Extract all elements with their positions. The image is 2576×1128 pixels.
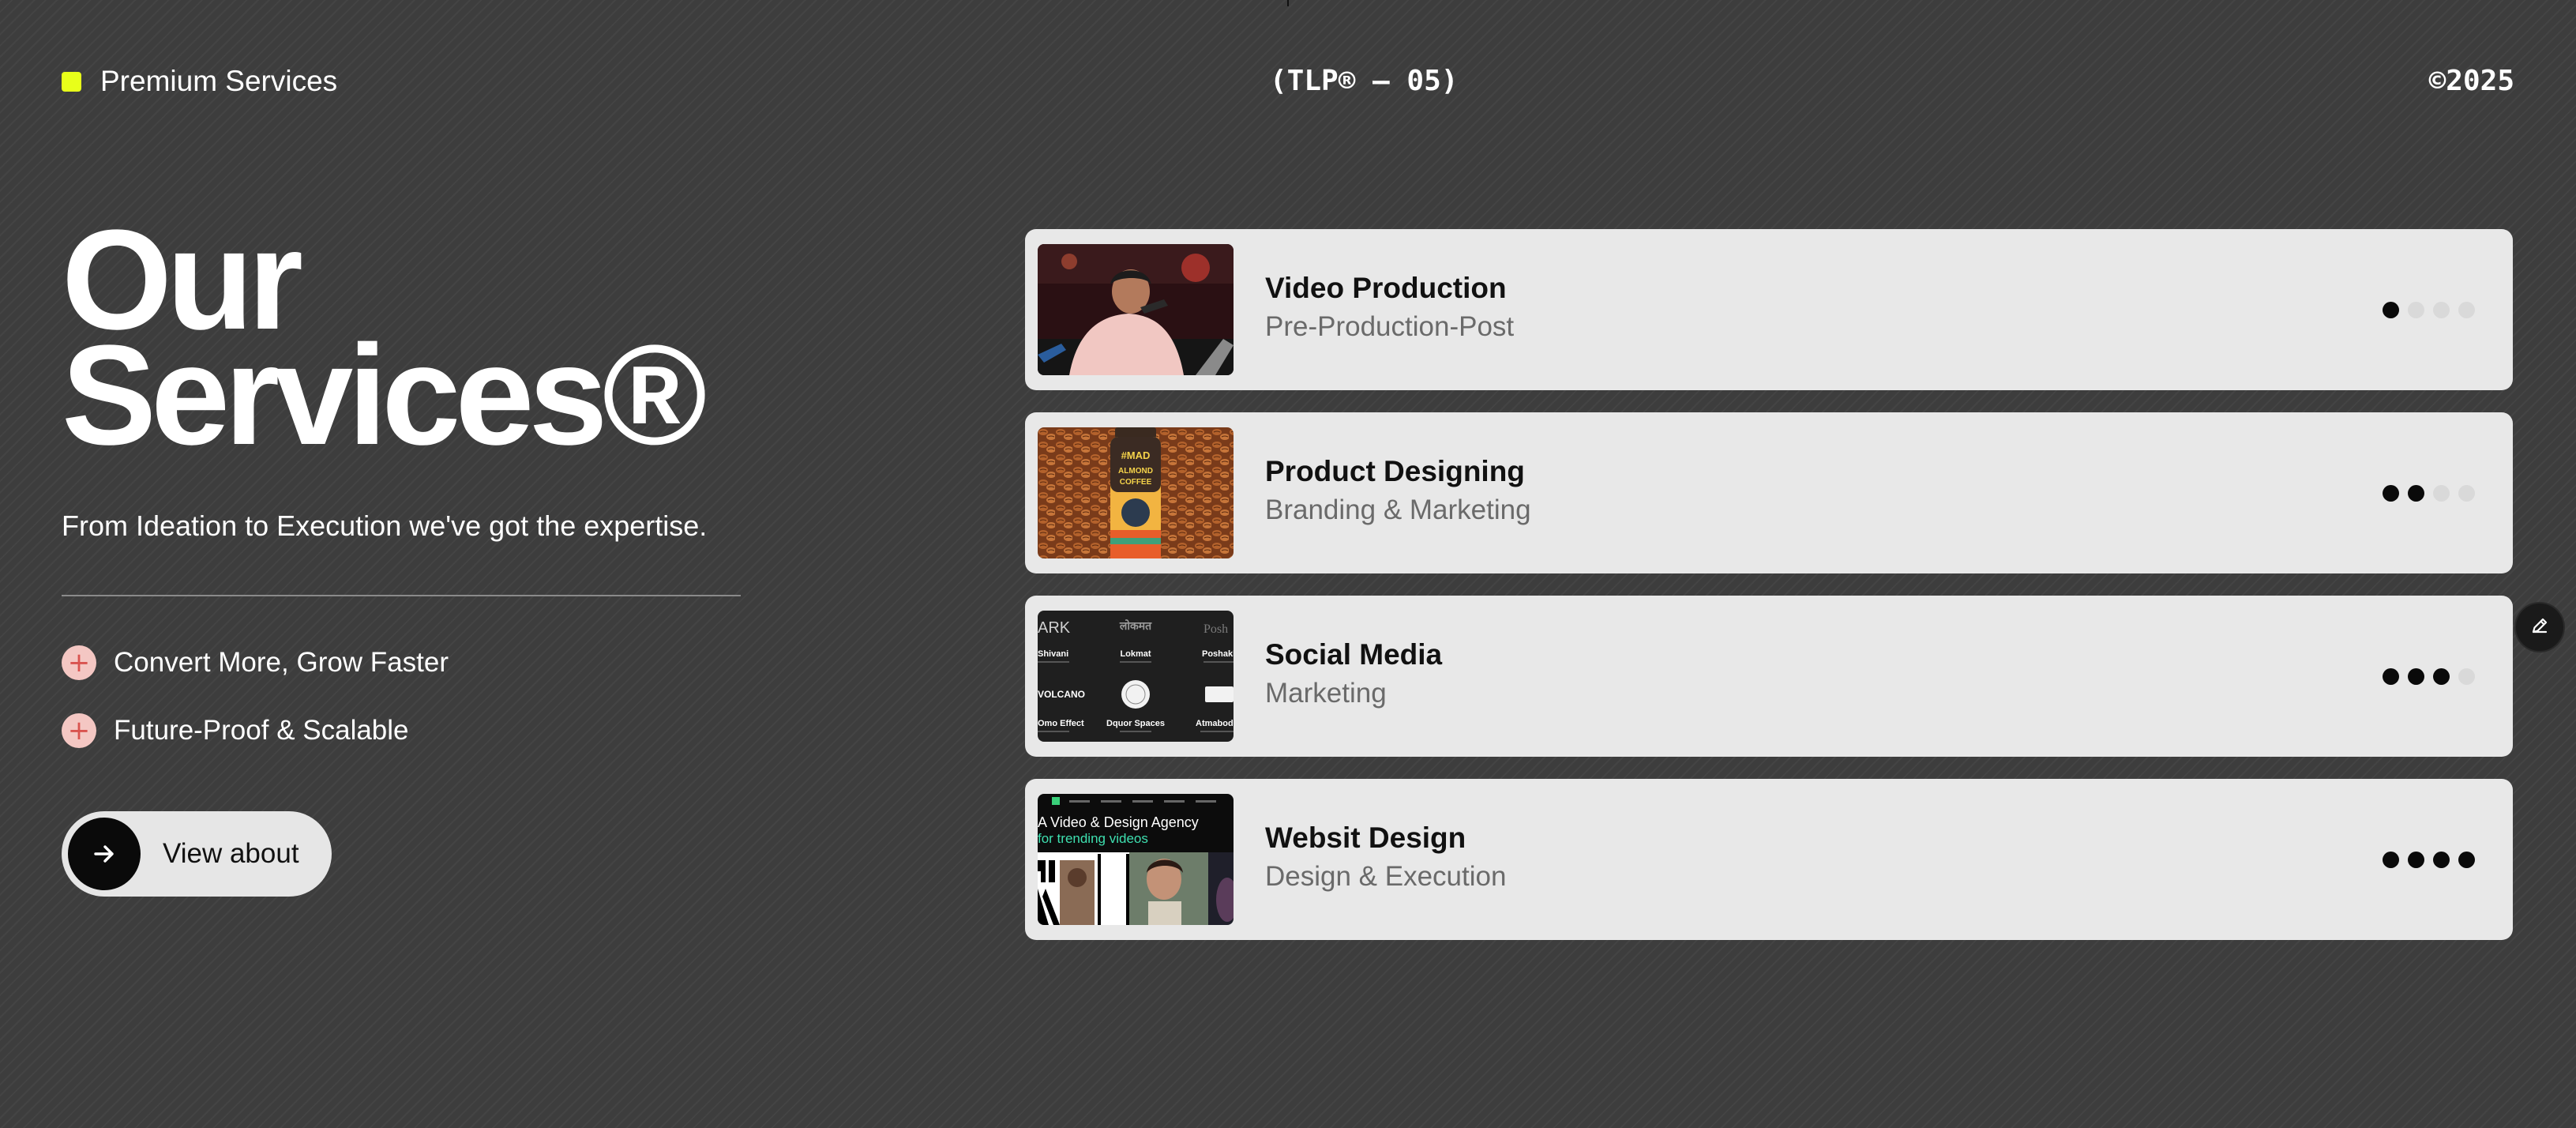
feature-item: + Future-Proof & Scalable: [62, 713, 409, 749]
client-name: Shivani: [1038, 649, 1068, 659]
service-subtitle: Marketing: [1265, 678, 1387, 709]
arrow-right-icon: [68, 818, 141, 890]
service-subtitle: Branding & Marketing: [1265, 494, 1531, 525]
website-headline: A Video & Design Agency: [1038, 814, 1199, 830]
page-title: Our Services®: [62, 209, 772, 475]
service-subtitle: Design & Execution: [1265, 861, 1507, 892]
coffee-brand-text: #MAD: [1121, 449, 1151, 461]
hero-subtitle: From Ideation to Execution we've got the…: [62, 509, 708, 542]
service-title: Websit Design: [1265, 822, 1466, 854]
website-tagline: for trending videos: [1038, 831, 1148, 846]
level-indicator: [2374, 302, 2475, 318]
level-dot-empty: [2458, 668, 2475, 685]
coffee-bottle-thumbnail: #MAD ALMOND COFFEE: [1038, 427, 1234, 558]
plus-icon: +: [62, 713, 96, 748]
logo-text: VOLCANO: [1038, 689, 1085, 700]
edit-button[interactable]: [2516, 603, 2563, 651]
service-card-video-production[interactable]: Video Production Pre-Production-Post: [1025, 229, 2513, 390]
view-about-button[interactable]: View about: [62, 811, 332, 897]
top-bar: Premium Services (TLP® — 05) ©2025: [62, 62, 2514, 101]
service-subtitle: Pre-Production-Post: [1265, 311, 1515, 342]
level-dot-filled: [2408, 668, 2424, 685]
page-title-line-2: Services®: [62, 316, 707, 475]
brand: Premium Services: [62, 62, 337, 101]
level-dot-filled: [2383, 852, 2399, 868]
logo-text: Posh: [1204, 622, 1228, 636]
service-title: Video Production: [1265, 272, 1507, 304]
client-name: Omo Effect: [1038, 719, 1084, 728]
service-card-social-media[interactable]: ARK लोकमत Posh Shivani Lokmat Poshakh VO…: [1025, 596, 2513, 757]
coffee-flavor-text: ALMOND: [1118, 467, 1153, 476]
level-dot-empty: [2458, 302, 2475, 318]
feature-label: Convert More, Grow Faster: [114, 647, 449, 678]
plus-icon: +: [62, 645, 96, 680]
level-indicator: [2374, 485, 2475, 502]
level-dot-filled: [2433, 668, 2450, 685]
feature-item: + Convert More, Grow Faster: [62, 645, 449, 681]
level-dot-filled: [2383, 668, 2399, 685]
logo-text: ARK: [1038, 619, 1071, 637]
hero: Our Services®: [62, 209, 772, 475]
logo-text: लोकमत: [1119, 619, 1152, 633]
copyright-year: ©2025: [2428, 65, 2514, 97]
level-dot-filled: [2408, 852, 2424, 868]
divider: [62, 595, 741, 596]
view-about-label: View about: [163, 838, 299, 869]
accent-square-icon: [62, 71, 81, 92]
level-indicator: [2374, 852, 2475, 868]
feature-label: Future-Proof & Scalable: [114, 715, 409, 746]
premium-services-label: Premium Services: [100, 65, 338, 97]
client-name: Poshakh: [1202, 649, 1234, 659]
level-dot-empty: [2408, 302, 2424, 318]
service-title: Social Media: [1265, 638, 1443, 671]
client-name: Dquor Spaces: [1106, 719, 1165, 728]
level-dot-filled: [2458, 852, 2475, 868]
section-code: (TLP® — 05): [1270, 65, 1459, 97]
level-indicator: [2374, 668, 2475, 685]
service-card-website-design[interactable]: A Video & Design Agency for trending vid…: [1025, 779, 2513, 940]
level-dot-filled: [2383, 302, 2399, 318]
level-dot-empty: [2433, 302, 2450, 318]
service-title: Product Designing: [1265, 455, 1525, 487]
level-dot-filled: [2433, 852, 2450, 868]
client-name: Lokmat: [1120, 649, 1151, 659]
level-dot-empty: [2458, 485, 2475, 502]
website-mockup-thumbnail: A Video & Design Agency for trending vid…: [1038, 794, 1234, 925]
client-name: Atmabodh: [1196, 719, 1234, 728]
client-logos-thumbnail: ARK लोकमत Posh Shivani Lokmat Poshakh VO…: [1038, 611, 1234, 742]
level-dot-empty: [2433, 485, 2450, 502]
pencil-icon: [2529, 615, 2551, 641]
top-tick-mark: [1287, 0, 1289, 6]
level-dot-filled: [2408, 485, 2424, 502]
level-dot-filled: [2383, 485, 2399, 502]
singer-performing-thumbnail: [1038, 244, 1234, 375]
service-card-product-designing[interactable]: #MAD ALMOND COFFEE Product Designing Bra…: [1025, 412, 2513, 573]
coffee-type-text: COFFEE: [1120, 478, 1152, 487]
